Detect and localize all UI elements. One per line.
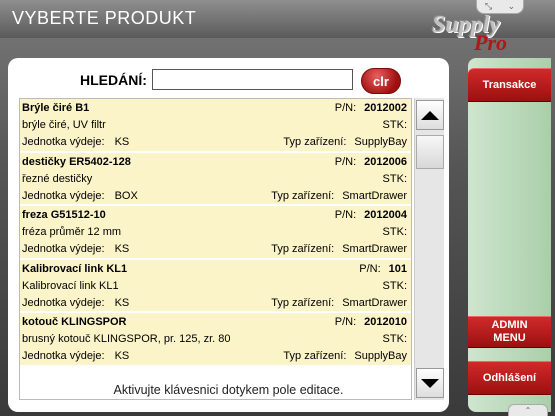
list-item[interactable]: destičky ER5402-128 P/N: 2012006 řezné des… bbox=[20, 152, 411, 206]
unit-value: KS bbox=[114, 243, 130, 255]
stk-label: STK: bbox=[382, 279, 407, 292]
pn-value: 2012002 bbox=[364, 102, 407, 114]
unit-value: BOX bbox=[114, 189, 138, 202]
device-label: Typ zařízení: bbox=[283, 136, 347, 148]
product-name: freza G51512-10 bbox=[22, 209, 106, 221]
logo-text-pro: Pro bbox=[474, 30, 507, 55]
pn-value: 2012006 bbox=[364, 155, 407, 168]
unit-value: KS bbox=[114, 350, 130, 362]
keyboard-hint: Aktivujte klávesnici dotykem pole editac… bbox=[113, 383, 344, 397]
device-label: Typ zařízení: bbox=[283, 350, 347, 362]
stk-label: STK: bbox=[382, 119, 407, 131]
admin-menu-label-line1: ADMIN bbox=[491, 319, 528, 331]
unit-label: Jednotka výdeje: bbox=[22, 243, 105, 255]
stk-label: STK: bbox=[382, 172, 407, 185]
pn-label: P/N: bbox=[334, 316, 357, 328]
device-value: SmartDrawer bbox=[342, 296, 407, 309]
pn-value: 2012010 bbox=[364, 316, 407, 328]
unit-label: Jednotka výdeje: bbox=[22, 296, 105, 309]
product-name: destičky ER5402-128 bbox=[22, 155, 131, 168]
stk-label: STK: bbox=[382, 333, 407, 345]
product-name: Brýle čiré B1 bbox=[22, 102, 90, 114]
admin-menu-label-line2: MENU bbox=[493, 332, 526, 344]
sidebar: Transakce ADMIN MENU Odhlášení bbox=[468, 58, 551, 412]
transakce-button[interactable]: Transakce bbox=[468, 68, 551, 102]
scroll-thumb[interactable] bbox=[416, 135, 444, 169]
logout-button[interactable]: Odhlášení bbox=[468, 361, 551, 395]
product-description: řezné destičky bbox=[22, 172, 93, 185]
pn-value: 101 bbox=[388, 262, 407, 275]
list-scrollbar[interactable] bbox=[414, 98, 444, 400]
product-list: Brýle čiré B1 P/N: 2012002 brýle čiré, UV … bbox=[19, 98, 412, 400]
list-item[interactable]: Kalibrovací link KL1 P/N: 101 Kalibrovací … bbox=[20, 259, 411, 313]
search-input[interactable] bbox=[152, 69, 353, 90]
chevron-down-icon[interactable]: ⌄ bbox=[508, 1, 516, 12]
device-label: Typ zařízení: bbox=[271, 189, 335, 202]
pn-label: P/N: bbox=[334, 209, 357, 221]
list-item[interactable]: freza G51512-10 P/N: 2012004 fréza průměr … bbox=[20, 206, 411, 260]
resize-icon[interactable]: ⤡ bbox=[485, 1, 492, 12]
product-description: fréza průměr 12 mm bbox=[22, 226, 122, 238]
pn-label: P/N: bbox=[359, 262, 381, 275]
product-description: Kalibrovací link KL1 bbox=[22, 279, 119, 292]
pn-value: 2012004 bbox=[364, 209, 407, 221]
supplypro-logo: Supply Pro bbox=[432, 12, 526, 56]
device-label: Typ zařízení: bbox=[271, 243, 335, 255]
clear-button[interactable]: clr bbox=[361, 68, 401, 94]
chevron-up-icon: ⌃ bbox=[524, 406, 532, 415]
bottom-tab[interactable]: ⌃ bbox=[508, 404, 548, 416]
device-value: SmartDrawer bbox=[342, 189, 407, 202]
product-description: brýle čiré, UV filtr bbox=[22, 119, 106, 131]
list-item[interactable]: kotouč KLINGSPOR P/N: 2012010 brusný kotou… bbox=[20, 313, 411, 367]
device-value: SupplyBay bbox=[354, 350, 407, 362]
unit-label: Jednotka výdeje: bbox=[22, 189, 105, 202]
arrow-up-icon bbox=[421, 110, 439, 120]
list-item[interactable]: Brýle čiré B1 P/N: 2012002 brýle čiré, UV … bbox=[20, 99, 411, 153]
stk-label: STK: bbox=[382, 226, 407, 238]
pn-label: P/N: bbox=[334, 155, 357, 168]
unit-label: Jednotka výdeje: bbox=[22, 136, 105, 148]
scroll-up-button[interactable] bbox=[416, 100, 444, 130]
search-label: HLEDÁNÍ: bbox=[80, 72, 147, 88]
pn-label: P/N: bbox=[334, 102, 357, 114]
unit-value: KS bbox=[114, 296, 130, 309]
product-description: brusný kotouč KLINGSPOR, pr. 125, zr. 80 bbox=[22, 333, 231, 345]
product-panel: HLEDÁNÍ: clr Brýle čiré B1 P/N: 2012002 br… bbox=[8, 58, 449, 412]
product-name: kotouč KLINGSPOR bbox=[22, 316, 127, 328]
device-value: SmartDrawer bbox=[342, 243, 407, 255]
unit-label: Jednotka výdeje: bbox=[22, 350, 105, 362]
device-value: SupplyBay bbox=[354, 136, 407, 148]
device-label: Typ zařízení: bbox=[271, 296, 335, 309]
unit-value: KS bbox=[114, 136, 130, 148]
page-title: VYBERTE PRODUKT bbox=[12, 8, 197, 28]
admin-menu-button[interactable]: ADMIN MENU bbox=[468, 316, 551, 348]
product-name: Kalibrovací link KL1 bbox=[22, 262, 128, 275]
